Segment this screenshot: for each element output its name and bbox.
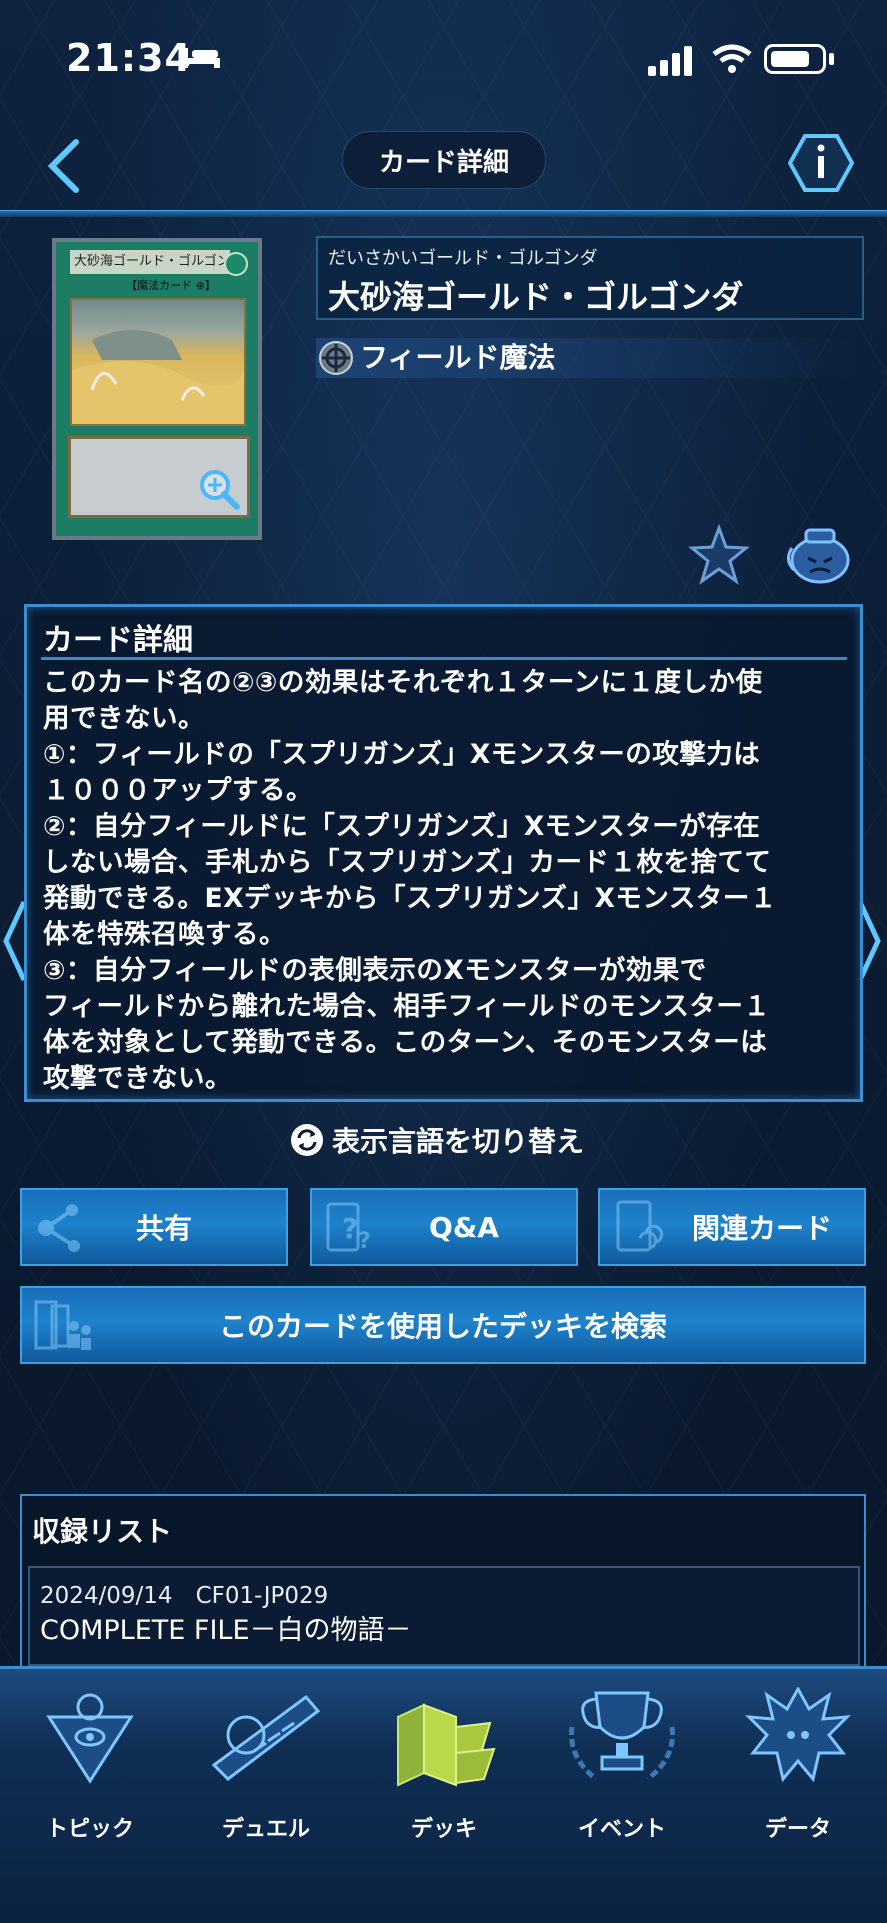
tab-data[interactable]: データ (718, 1687, 878, 1887)
topic-icon (46, 1693, 134, 1784)
bottom-tab-bar: トピック デュエル デッキ イベント データ (0, 1666, 887, 1923)
tab-event-label: イベント (577, 1817, 666, 1842)
tab-topic[interactable]: トピック (10, 1687, 170, 1887)
battery-icon (764, 44, 826, 74)
header-divider (0, 210, 887, 217)
related-cards-icon (616, 1200, 664, 1252)
card-name-ruby: だいさかいゴールド・ゴルゴンダ (328, 248, 598, 269)
card-name: 大砂海ゴールド・ゴルゴンダ (328, 278, 744, 316)
card-effect-text: このカード名の②③の効果はそれぞれ１ターンに１度しか使 用できない。 ①：フィー… (43, 667, 777, 1094)
status-time: 21:34 (66, 36, 192, 80)
language-toggle[interactable]: 表示言語を切り替え (290, 1120, 584, 1160)
qa-label: Q&A (429, 1210, 499, 1244)
tab-event[interactable]: イベント (542, 1687, 702, 1887)
field-spell-icon (319, 341, 353, 375)
switch-language-icon (291, 1124, 323, 1156)
card-type-row: フィールド魔法 (316, 338, 864, 378)
pack-name: COMPLETE FILE－白の物語－ (40, 1615, 412, 1646)
data-icon (745, 1687, 851, 1783)
share-button[interactable]: 共有 (20, 1188, 288, 1266)
wifi-icon (712, 44, 752, 73)
header-bar: カード詳細 (0, 108, 887, 218)
qa-icon: ? ? (326, 1202, 371, 1254)
svg-text:?: ? (358, 1229, 371, 1254)
card-attribute-icon (224, 252, 248, 276)
detail-divider (41, 657, 847, 660)
card-image-type: 【魔法カード ⊕】 (126, 279, 216, 292)
tab-duel-label: デュエル (221, 1817, 310, 1842)
share-icon (38, 1204, 80, 1252)
duel-icon (211, 1694, 321, 1781)
card-artwork (70, 298, 246, 426)
page-title: カード詳細 (342, 131, 546, 189)
qa-button[interactable]: ? ? Q&A (310, 1188, 578, 1266)
tab-deck-label: デッキ (410, 1817, 477, 1842)
battery-cap (829, 53, 834, 65)
tab-data-label: データ (764, 1817, 831, 1842)
related-cards-label: 関連カード (691, 1212, 832, 1245)
tab-topic-label: トピック (45, 1817, 134, 1842)
info-icon[interactable] (788, 132, 854, 194)
card-name-box: だいさかいゴールド・ゴルゴンダ 大砂海ゴールド・ゴルゴンダ (316, 236, 864, 320)
deck-icon (397, 1703, 496, 1787)
release-date-code: 2024/09/14 CF01-JP029 (40, 1583, 329, 1609)
svg-text:?: ? (342, 1212, 358, 1245)
card-type: フィールド魔法 (360, 341, 556, 374)
recorded-list-title: 収録リスト (32, 1515, 173, 1548)
deck-search-icon (34, 1300, 91, 1350)
zoom-icon[interactable] (197, 467, 241, 511)
favorite-star-icon[interactable] (688, 524, 750, 586)
back-chevron-icon[interactable] (36, 136, 92, 196)
list-item[interactable]: 2024/09/14 CF01-JP029 COMPLETE FILE－白の物語… (28, 1566, 860, 1666)
sleep-mode-icon (182, 48, 220, 68)
tab-deck[interactable]: デッキ (364, 1687, 524, 1887)
search-decks-button[interactable]: このカードを使用したデッキを検索 (20, 1286, 866, 1364)
event-icon (569, 1691, 675, 1781)
card-detail-panel: カード詳細 このカード名の②③の効果はそれぞれ１ターンに１度しか使 用できない。… (24, 604, 863, 1102)
status-bar: 21:34 (0, 0, 887, 110)
search-decks-label: このカードを使用したデッキを検索 (218, 1310, 667, 1343)
tab-duel[interactable]: デュエル (186, 1687, 346, 1887)
related-cards-button[interactable]: 関連カード (598, 1188, 866, 1266)
share-label: 共有 (135, 1212, 192, 1245)
language-toggle-label: 表示言語を切り替え (332, 1125, 585, 1158)
pot-of-greed-icon[interactable] (782, 520, 854, 586)
signal-icon (648, 46, 692, 76)
card-image-name: 大砂海ゴールド・ゴルゴンダ (70, 250, 230, 274)
card-image[interactable]: 大砂海ゴールド・ゴルゴンダ 【魔法カード ⊕】 (52, 238, 262, 540)
detail-title: カード詳細 (43, 623, 193, 658)
card-text-area (68, 436, 250, 518)
recorded-list-panel: 収録リスト 2024/09/14 CF01-JP029 COMPLETE FIL… (20, 1494, 866, 1674)
